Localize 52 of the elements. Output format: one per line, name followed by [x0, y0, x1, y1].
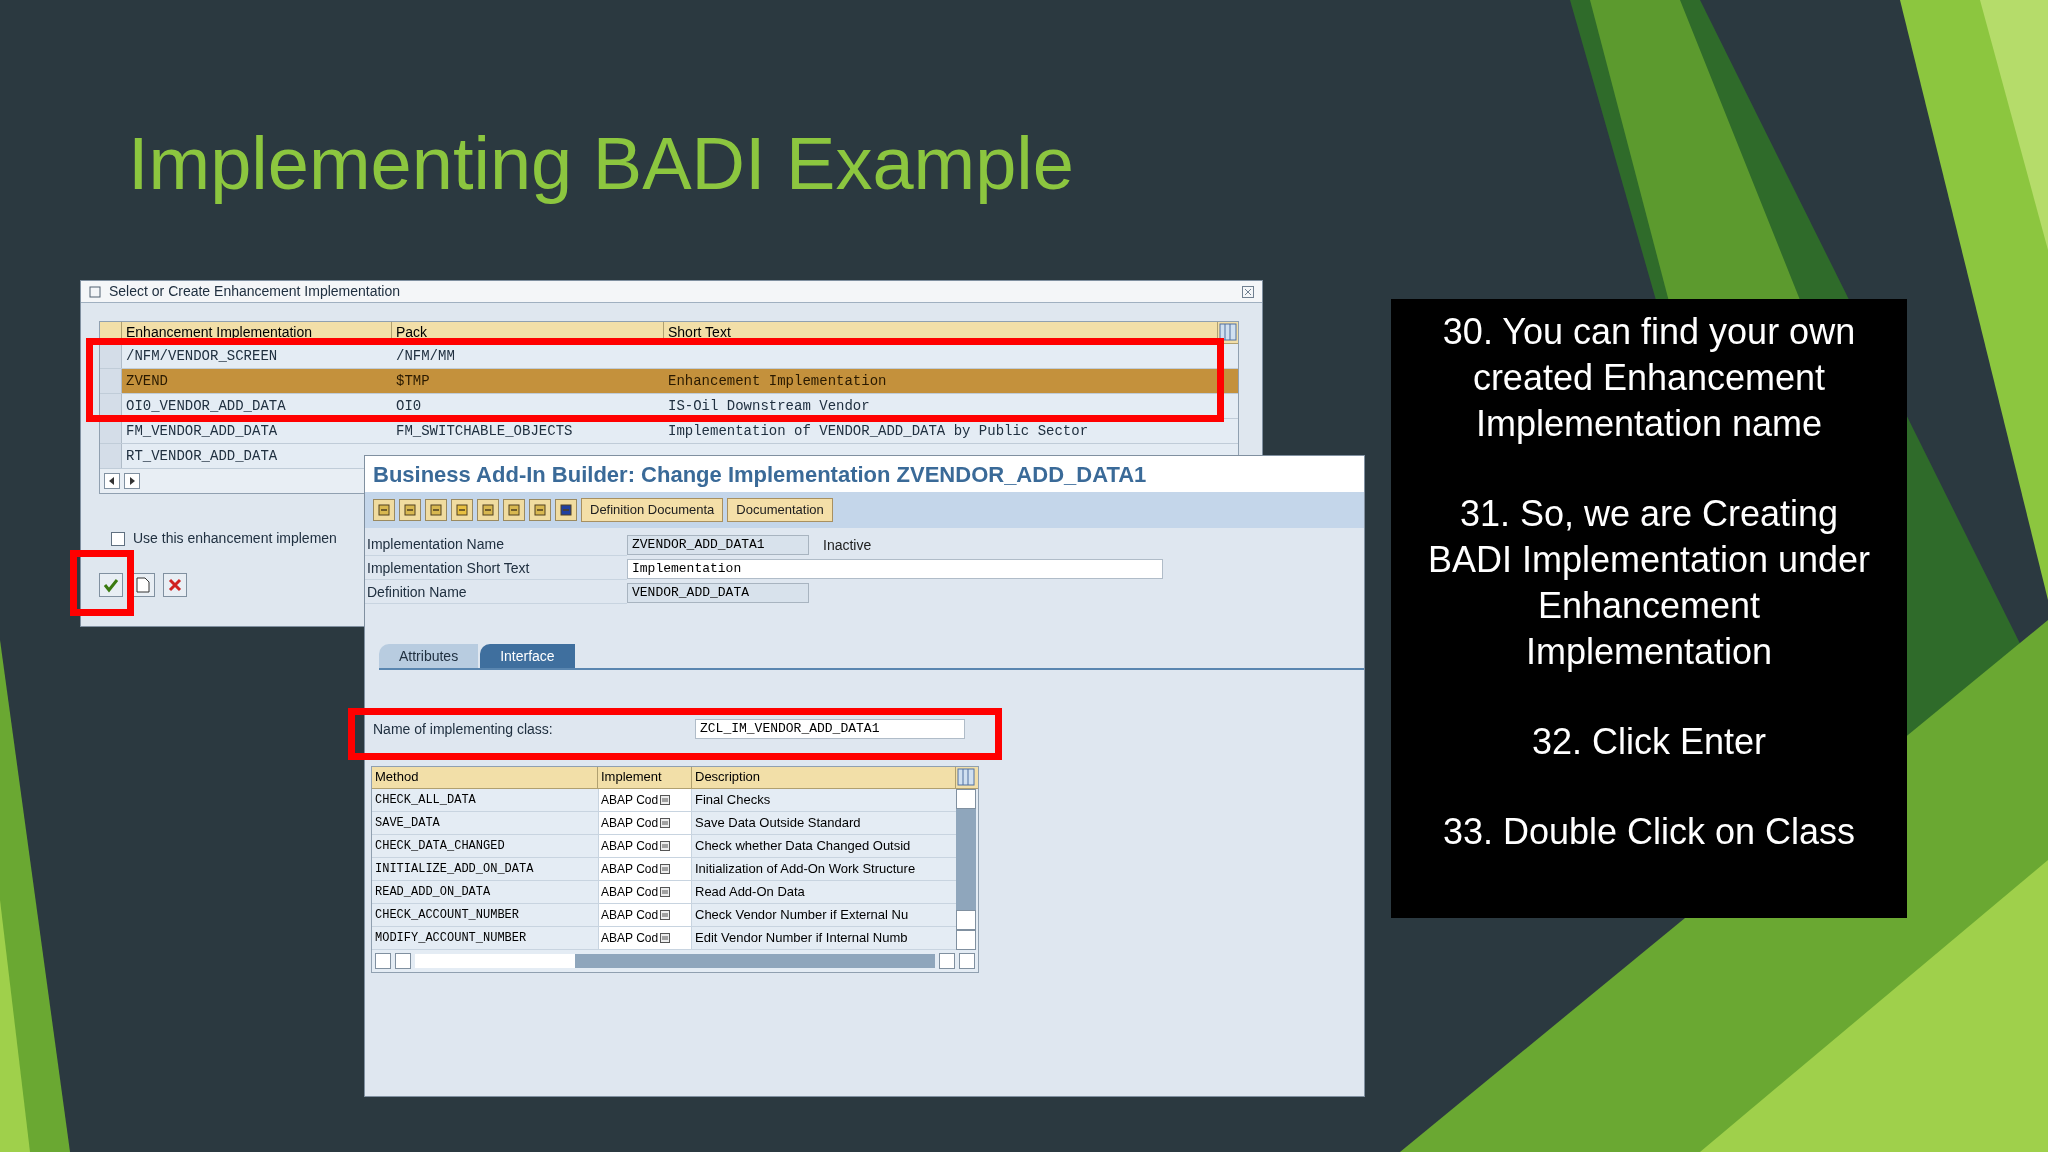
table-cell-text: OI0 [395, 396, 423, 416]
column-header: Description [692, 767, 956, 788]
field-label: Name of implementing class: [373, 719, 554, 739]
table-cell-text: CHECK_ALL_DATA [374, 792, 477, 809]
table-cell-text: $TMP [395, 371, 431, 391]
table-cell-text: Read Add-On Data [694, 883, 806, 902]
table-cell-text: /NFM/VENDOR_SCREEN [125, 346, 279, 366]
column-header: Short Text [664, 322, 1218, 343]
table-cell-text: Initialization of Add-On Work Structure [694, 860, 917, 879]
column-header: Implement [598, 767, 692, 788]
table-cell-text: FM_VENDOR_ADD_DATA [125, 421, 279, 441]
table-cell-text: ABAP Cod [601, 884, 659, 901]
table-cell-text: Enhancement Implementation [667, 371, 888, 391]
note-text: 30. You can find your own created Enhancement Implementation name [1441, 310, 1857, 446]
field-label: Implementation Name [365, 534, 627, 556]
table-cell-text: Check Vendor Number if External Nu [694, 906, 910, 925]
table-cell-text: /NFM/MM [395, 346, 456, 366]
table-cell-text: ABAP Cod [601, 838, 659, 855]
column-header: Pack [392, 322, 664, 343]
table-cell-text: OI0_VENDOR_ADD_DATA [125, 396, 287, 416]
table-cell-text: Save Data Outside Standard [694, 814, 862, 833]
note-text: 32. Click Enter [1530, 720, 1768, 764]
table-cell-text: ABAP Cod [601, 930, 659, 947]
table-cell-text: READ_ADD_ON_DATA [374, 884, 492, 901]
field-label: Implementation Short Text [365, 558, 627, 580]
dialog-title: Select or Create Enhancement Implementation [109, 282, 401, 301]
column-header: Method [372, 767, 598, 788]
table-cell-text: CHECK_ACCOUNT_NUMBER [374, 907, 521, 924]
table-cell-text: INITIALIZE_ADD_ON_DATA [374, 861, 535, 878]
table-cell-text: MODIFY_ACCOUNT_NUMBER [374, 930, 528, 947]
screen-title: Business Add-In Builder: Change Implementation ZVENDOR_ADD_DATA1 [373, 460, 1147, 489]
table-cell-text: Check whether Data Changed Outsid [694, 837, 912, 856]
status-text: Inactive [823, 535, 872, 555]
table-cell-text: Final Checks [694, 791, 772, 810]
table-cell-text: CHECK_DATA_CHANGED [374, 838, 506, 855]
table-cell-text: FM_SWITCHABLE_OBJECTS [395, 421, 574, 441]
table-cell-text: ABAP Cod [601, 907, 659, 924]
checkbox-label: Use this enhancement implemen [133, 529, 337, 548]
table-cell-text: ABAP Cod [601, 792, 659, 809]
note-text: 33. Double Click on Class [1441, 810, 1857, 854]
table-cell-text: RT_VENDOR_ADD_DATA [125, 446, 279, 466]
note-text: 31. So, we are Creating BADI Implementation under Enhancement Implementation [1426, 492, 1872, 674]
field-label: Definition Name [365, 582, 627, 604]
slide-title: Implementing BADI Example [128, 121, 1074, 207]
table-cell-text: ABAP Cod [601, 861, 659, 878]
table-cell-text: Implementation of VENDOR_ADD_DATA by Public Sector [667, 421, 1090, 441]
table-cell-text: ABAP Cod [601, 815, 659, 832]
table-cell-text: IS-Oil Downstream Vendor [667, 396, 871, 416]
table-cell-text: SAVE_DATA [374, 815, 441, 832]
column-header: Enhancement Implementation [122, 322, 392, 343]
table-cell-text: ZVEND [125, 371, 169, 391]
table-cell-text: Edit Vendor Number if Internal Numb [694, 929, 909, 948]
